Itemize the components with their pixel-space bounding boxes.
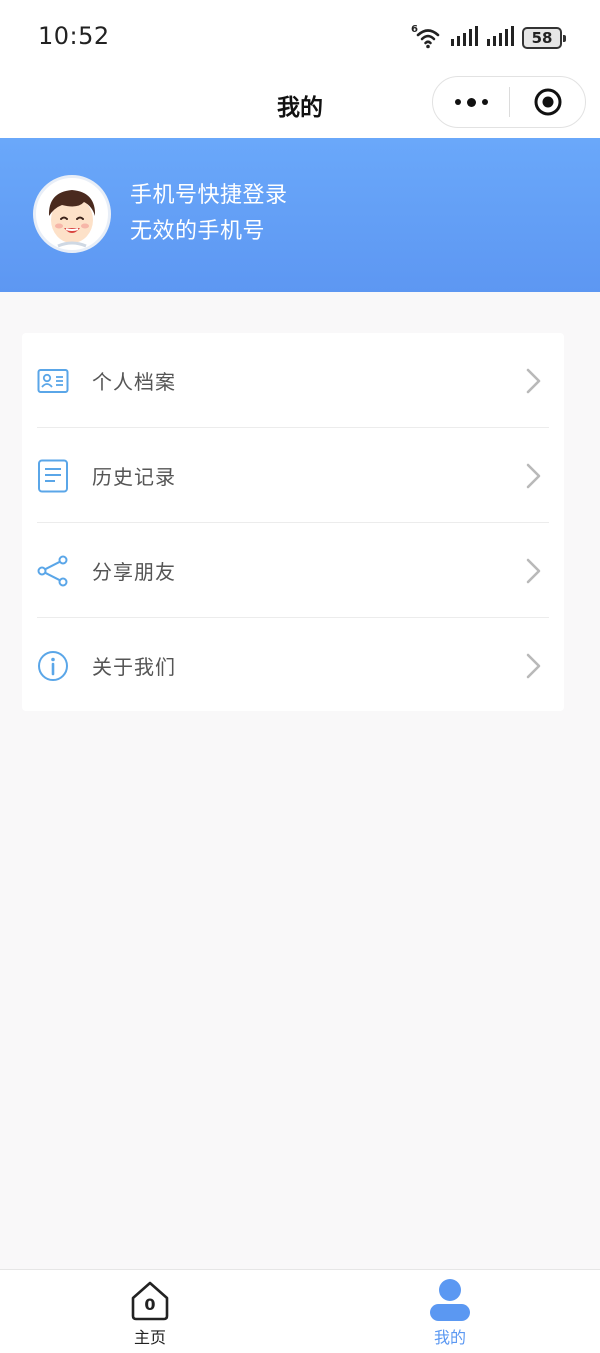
tab-home[interactable]: 0 主页 (0, 1270, 300, 1353)
menu-item-label: 分享朋友 (92, 560, 176, 584)
chevron-right-icon (526, 463, 541, 488)
avatar[interactable] (33, 175, 111, 253)
profile-header: 手机号快捷登录 无效的手机号 (0, 138, 600, 292)
home-icon: 0 (128, 1278, 172, 1322)
chevron-right-icon (526, 653, 541, 678)
status-icons: 6 58 (411, 24, 566, 51)
chevron-right-icon (526, 558, 541, 583)
battery-icon: 58 (522, 27, 566, 49)
menu-item-profile[interactable]: 个人档案 (22, 333, 564, 428)
signal-icon-sim2 (486, 25, 514, 51)
menu-item-label: 个人档案 (92, 370, 176, 394)
more-options-button[interactable] (433, 77, 509, 127)
wifi-icon: 6 (411, 24, 442, 50)
tab-label: 我的 (433, 1328, 466, 1347)
mini-program-capsule (432, 76, 586, 128)
share-icon (36, 554, 70, 588)
login-info[interactable]: 手机号快捷登录 无效的手机号 (130, 178, 288, 250)
status-time: 10:52 (38, 22, 110, 50)
tab-label: 主页 (133, 1328, 166, 1347)
menu-item-label: 关于我们 (92, 655, 176, 679)
status-bar: 10:52 6 58 (0, 0, 600, 72)
nav-bar: 我的 (0, 72, 600, 138)
menu-item-about[interactable]: 关于我们 (22, 618, 564, 713)
more-dot-icon (454, 99, 461, 105)
tab-bar: 0 主页 我的 (0, 1269, 600, 1353)
document-icon (36, 459, 70, 493)
phone-status-text: 无效的手机号 (130, 219, 266, 244)
info-icon (36, 649, 70, 683)
more-dot-icon (466, 97, 476, 107)
user-icon (430, 1279, 470, 1321)
more-dot-icon (481, 99, 488, 105)
signal-icon-sim1 (450, 25, 478, 51)
menu-item-label: 历史记录 (92, 465, 176, 489)
home-badge-text: 0 (144, 1295, 156, 1314)
menu-item-share[interactable]: 分享朋友 (22, 523, 564, 618)
menu-item-history[interactable]: 历史记录 (22, 428, 564, 523)
target-close-icon (534, 88, 561, 116)
tab-mine[interactable]: 我的 (300, 1270, 600, 1353)
chevron-right-icon (526, 368, 541, 393)
profile-card-icon (36, 364, 70, 398)
close-miniprogram-button[interactable] (510, 77, 585, 127)
cartoon-avatar-icon (48, 190, 96, 248)
phone-login-link[interactable]: 手机号快捷登录 (130, 178, 288, 214)
menu-list: 个人档案 历史记录 分享朋友 关于我们 (22, 333, 564, 711)
network-type-label: 6 (411, 24, 418, 35)
